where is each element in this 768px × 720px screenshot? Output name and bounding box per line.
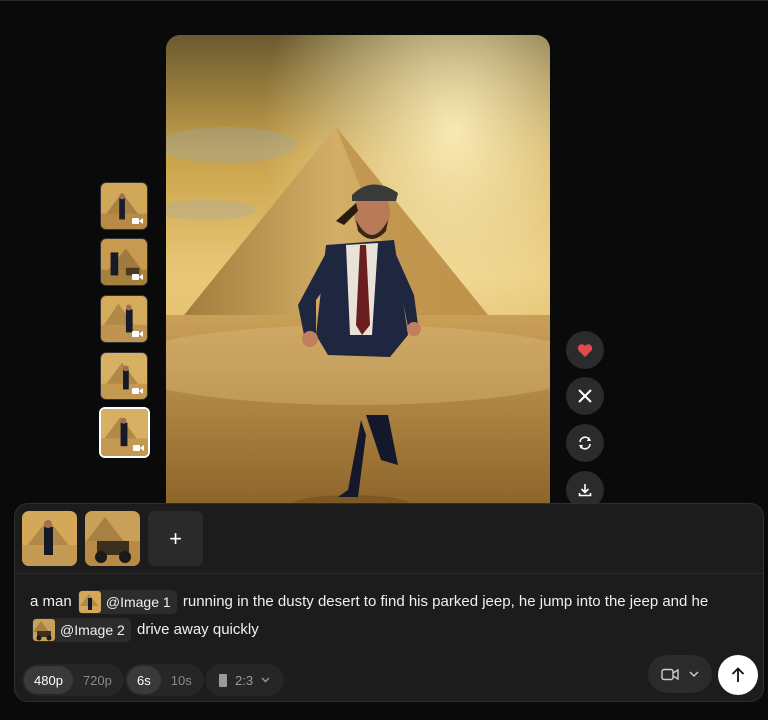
heart-icon xyxy=(577,343,593,357)
video-icon xyxy=(132,388,143,394)
duration-option-10s[interactable]: 10s xyxy=(161,666,202,694)
aspect-ratio-icon xyxy=(219,673,227,687)
resolution-option-720p[interactable]: 720p xyxy=(73,666,122,694)
resolution-selector: 480p 720p xyxy=(22,664,124,696)
prompt-text[interactable]: a man @Image 1 running in the dusty dese… xyxy=(30,588,745,644)
main-preview-image[interactable] xyxy=(166,35,550,515)
x-logo-icon xyxy=(578,389,592,403)
prompt-text-part-1: a man xyxy=(30,593,72,610)
video-icon xyxy=(132,274,143,280)
share-x-button[interactable] xyxy=(566,377,604,415)
arrow-up-icon xyxy=(731,667,745,682)
regenerate-button[interactable] xyxy=(566,424,604,462)
chevron-down-icon xyxy=(689,671,699,677)
refresh-icon xyxy=(579,436,591,450)
prompt-text-part-2: running in the dusty desert to find his … xyxy=(182,593,709,610)
video-camera-icon xyxy=(661,668,679,680)
add-reference-button[interactable]: + xyxy=(148,511,203,566)
prompt-composer: + a man @Image 1 running in the dusty de… xyxy=(14,503,764,702)
duration-selector: 6s 10s xyxy=(125,664,204,696)
chip-thumbnail xyxy=(33,619,55,642)
video-icon xyxy=(132,218,143,224)
prompt-text-part-3: drive away quickly xyxy=(136,621,259,638)
thumbnail-3[interactable] xyxy=(100,295,148,343)
divider xyxy=(15,573,763,574)
download-icon xyxy=(578,484,592,497)
send-button[interactable] xyxy=(718,655,758,695)
thumbnail-2[interactable] xyxy=(100,238,148,286)
thumbnail-4[interactable] xyxy=(100,352,148,400)
reference-image-1[interactable] xyxy=(22,511,77,566)
resolution-option-480p[interactable]: 480p xyxy=(24,666,73,694)
aspect-ratio-value: 2:3 xyxy=(235,672,254,688)
chip-thumbnail xyxy=(78,591,101,614)
reference-image-2[interactable] xyxy=(85,511,140,566)
thumbnail-5-selected[interactable] xyxy=(99,407,150,458)
image-mention-chip-2[interactable]: @Image 2 xyxy=(32,618,131,643)
video-icon xyxy=(133,445,144,451)
generation-mode-dropdown[interactable] xyxy=(648,655,712,693)
thumbnail-1[interactable] xyxy=(100,182,148,230)
like-button[interactable] xyxy=(566,331,604,369)
duration-option-6s[interactable]: 6s xyxy=(127,666,161,694)
aspect-ratio-dropdown[interactable]: 2:3 xyxy=(205,664,285,696)
image-mention-chip-1[interactable]: @Image 1 xyxy=(77,590,177,615)
top-border xyxy=(0,0,768,1)
video-icon xyxy=(132,331,143,337)
chevron-down-icon xyxy=(261,677,270,683)
